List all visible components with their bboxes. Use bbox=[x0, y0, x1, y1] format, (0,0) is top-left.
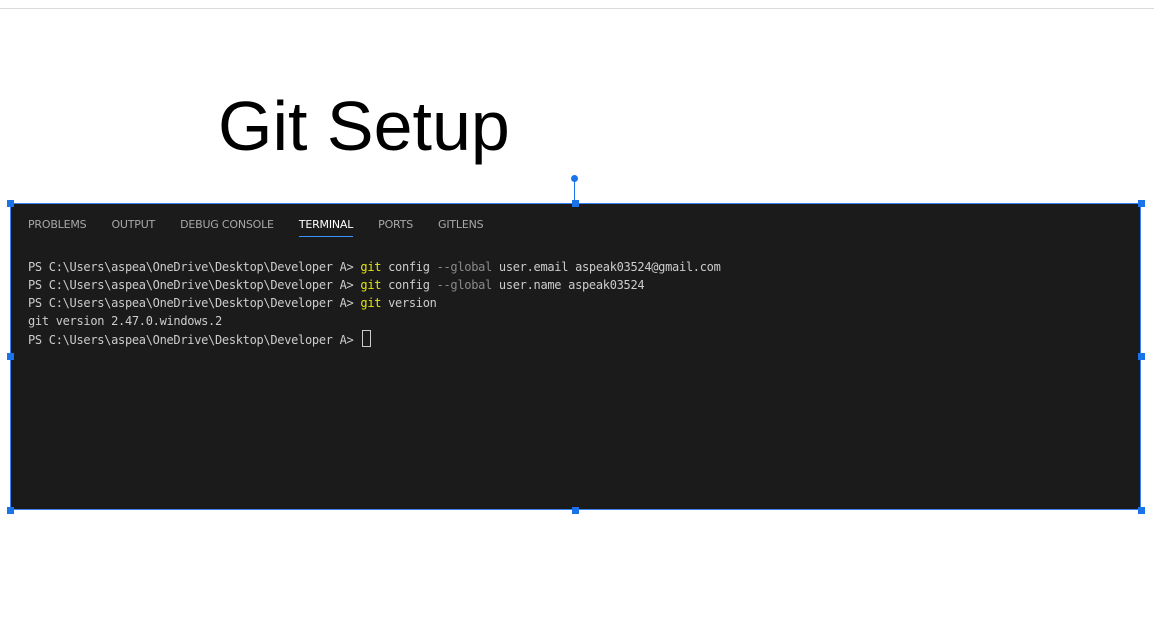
terminal-output: PS C:\Users\aspea\OneDrive\Desktop\Devel… bbox=[28, 258, 721, 348]
toolbar-divider bbox=[0, 8, 1154, 9]
rotate-handle[interactable] bbox=[571, 175, 578, 182]
resize-handle-right[interactable] bbox=[1138, 353, 1145, 360]
terminal-line: git version 2.47.0.windows.2 bbox=[28, 312, 721, 330]
tab-ports[interactable]: PORTS bbox=[378, 218, 413, 237]
terminal-output-text: git version 2.47.0.windows.2 bbox=[28, 314, 222, 328]
tab-problems[interactable]: PROBLEMS bbox=[28, 218, 87, 237]
rotate-handle-stem bbox=[574, 182, 575, 202]
tab-output[interactable]: OUTPUT bbox=[111, 218, 155, 237]
slide-canvas: Git Setup PROBLEMS OUTPUT DEBUG CONSOLE … bbox=[0, 0, 1154, 635]
terminal-flag: --global bbox=[436, 278, 493, 292]
terminal-command: git bbox=[360, 260, 382, 274]
tab-terminal[interactable]: TERMINAL bbox=[298, 218, 353, 237]
terminal-line: PS C:\Users\aspea\OneDrive\Desktop\Devel… bbox=[28, 276, 721, 294]
terminal-command: git bbox=[360, 278, 382, 292]
resize-handle-top-right[interactable] bbox=[1138, 200, 1145, 207]
terminal-args: version bbox=[381, 296, 437, 310]
terminal-command: git bbox=[360, 296, 382, 310]
tab-gitlens[interactable]: GITLENS bbox=[438, 218, 484, 237]
terminal-prompt: PS C:\Users\aspea\OneDrive\Desktop\Devel… bbox=[28, 260, 361, 274]
terminal-prompt: PS C:\Users\aspea\OneDrive\Desktop\Devel… bbox=[28, 296, 361, 310]
terminal-line: PS C:\Users\aspea\OneDrive\Desktop\Devel… bbox=[28, 258, 721, 276]
resize-handle-left[interactable] bbox=[7, 353, 14, 360]
terminal-args: config bbox=[381, 278, 437, 292]
resize-handle-bottom-left[interactable] bbox=[7, 507, 14, 514]
terminal-panel-tabs: PROBLEMS OUTPUT DEBUG CONSOLE TERMINAL P… bbox=[28, 218, 508, 237]
terminal-line: PS C:\Users\aspea\OneDrive\Desktop\Devel… bbox=[28, 330, 721, 348]
terminal-args: config bbox=[381, 260, 437, 274]
slide-title[interactable]: Git Setup bbox=[218, 86, 510, 166]
terminal-prompt: PS C:\Users\aspea\OneDrive\Desktop\Devel… bbox=[28, 278, 361, 292]
terminal-cursor bbox=[362, 330, 372, 347]
resize-handle-top-left[interactable] bbox=[7, 200, 14, 207]
terminal-screenshot-image[interactable]: PROBLEMS OUTPUT DEBUG CONSOLE TERMINAL P… bbox=[10, 203, 1141, 510]
resize-handle-bottom[interactable] bbox=[572, 507, 579, 514]
terminal-line: PS C:\Users\aspea\OneDrive\Desktop\Devel… bbox=[28, 294, 721, 312]
terminal-prompt: PS C:\Users\aspea\OneDrive\Desktop\Devel… bbox=[28, 333, 361, 347]
terminal-flag: --global bbox=[436, 260, 493, 274]
terminal-args: user.email aspeak03524@gmail.com bbox=[491, 260, 721, 274]
resize-handle-bottom-right[interactable] bbox=[1138, 507, 1145, 514]
resize-handle-top[interactable] bbox=[572, 200, 579, 207]
terminal-args: user.name aspeak03524 bbox=[491, 278, 645, 292]
tab-debug-console[interactable]: DEBUG CONSOLE bbox=[180, 218, 274, 237]
